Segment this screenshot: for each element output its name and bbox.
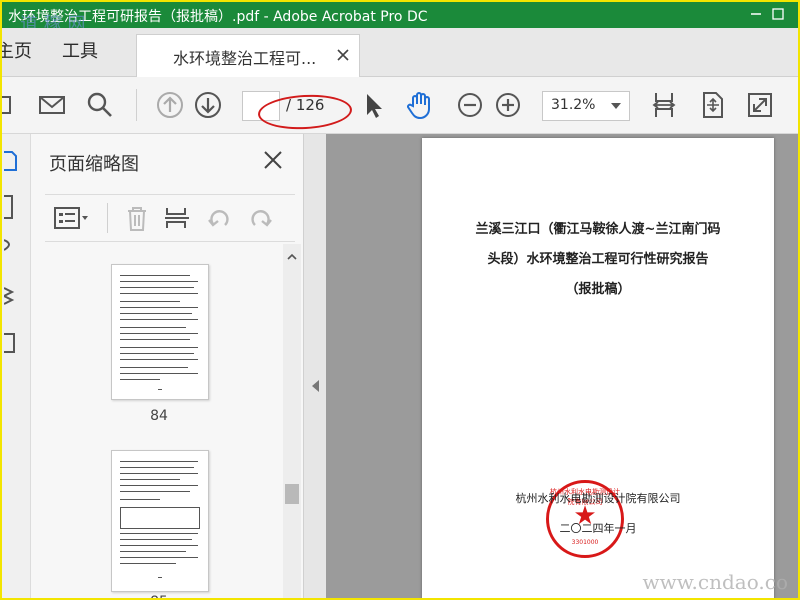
maximize-icon[interactable] (770, 6, 786, 22)
zoom-dropdown[interactable]: 31.2% (542, 91, 630, 121)
bookmarks-icon[interactable] (4, 194, 18, 220)
app-window: 水环境整治工程可研报告（报批稿）.pdf - Adobe Acrobat Pro… (0, 0, 800, 600)
page-thumbnails-icon[interactable] (4, 148, 18, 174)
tab-bar: 主页 工具 水环境整治工程可... (2, 28, 798, 77)
thumbnail-list: 84 85 (31, 244, 283, 598)
scrollbar-thumb[interactable] (285, 484, 299, 504)
thumbnail-page-number: 85 (111, 594, 207, 598)
hand-icon[interactable] (404, 89, 436, 121)
panel-divider (107, 203, 108, 233)
doc-title-line: 头段）水环境整治工程可行性研究报告 (487, 252, 709, 267)
undo-icon[interactable] (205, 204, 233, 232)
close-icon[interactable] (335, 47, 351, 63)
page-thumbnail[interactable] (111, 450, 209, 592)
insert-page-icon[interactable] (163, 204, 191, 232)
watermark-bottom: www.cndao.co (642, 570, 788, 594)
doc-title-line: （报批稿） (565, 282, 631, 297)
cursor-icon[interactable] (358, 89, 390, 121)
tab-home[interactable]: 主页 (2, 28, 32, 76)
save-icon[interactable] (0, 89, 28, 121)
close-icon[interactable] (261, 148, 285, 172)
left-rail (2, 134, 31, 598)
thumbnail-page-number: 84 (150, 408, 168, 424)
toolbar: / 126 31.2% (2, 77, 798, 134)
search-icon[interactable] (84, 89, 116, 121)
tab-tools[interactable]: 工具 (62, 28, 98, 76)
zoom-value: 31.2% (551, 97, 596, 113)
doc-title-line: 兰溪三江口（衢江马鞍徐人渡~兰江南门码 (475, 222, 721, 237)
arrow-up-icon[interactable] (154, 89, 186, 121)
organization: 杭州水利水电勘测设计院有限公司 (515, 492, 681, 505)
attachments-icon[interactable] (4, 234, 18, 260)
envelope-icon[interactable] (36, 89, 68, 121)
trash-icon[interactable] (123, 204, 151, 232)
tab-document[interactable]: 水环境整治工程可... (136, 34, 360, 77)
seal-number: 3301000 (571, 539, 599, 546)
document-page: 兰溪三江口（衢江马鞍徐人渡~兰江南门码 头段）水环境整治工程可行性研究报告 （报… (422, 138, 774, 598)
arrow-down-icon[interactable] (192, 89, 224, 121)
tab-document-label: 水环境整治工程可... (173, 49, 317, 68)
title-bar: 水环境整治工程可研报告（报批稿）.pdf - Adobe Acrobat Pro… (2, 2, 798, 35)
fit-width-icon[interactable] (648, 89, 680, 121)
document-date: 二〇二四年一月 (559, 522, 637, 535)
panel-collapse-gutter[interactable] (304, 134, 326, 598)
thumbnail-panel: 页面缩略图 84 (31, 134, 304, 598)
redo-icon[interactable] (247, 204, 275, 232)
page-thumbnail[interactable] (111, 264, 209, 400)
zoom-in-icon[interactable] (492, 89, 524, 121)
layers-icon[interactable] (4, 284, 18, 310)
collapse-arrow-icon[interactable] (312, 380, 319, 392)
panel-toolbar (45, 194, 295, 242)
document-view[interactable]: 兰溪三江口（衢江马鞍徐人渡~兰江南门码 头段）水环境整治工程可行性研究报告 （报… (326, 134, 798, 598)
minimize-icon[interactable] (748, 6, 764, 22)
signatures-icon[interactable] (4, 330, 18, 356)
options-icon[interactable] (53, 204, 91, 232)
toolbar-divider (136, 89, 137, 121)
thumbnail-table (120, 507, 200, 529)
zoom-out-icon[interactable] (454, 89, 486, 121)
chevron-up-icon[interactable] (287, 252, 297, 262)
panel-title: 页面缩略图 (49, 154, 139, 175)
thumbnail-scrollbar[interactable] (283, 244, 301, 598)
chevron-down-icon (611, 103, 621, 109)
fit-page-icon[interactable] (696, 89, 728, 121)
fullscreen-icon[interactable] (744, 89, 776, 121)
